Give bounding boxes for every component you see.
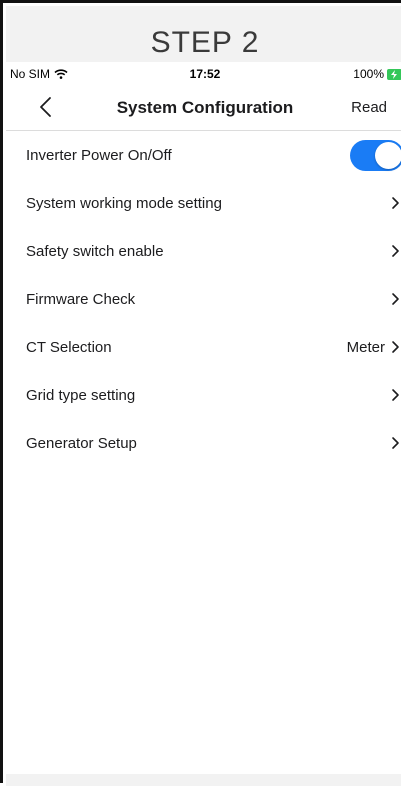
settings-item-generator-setup[interactable]: Generator Setup bbox=[6, 419, 401, 467]
settings-item-inverter-power: Inverter Power On/Off bbox=[6, 131, 401, 179]
settings-item-working-mode[interactable]: System working mode setting bbox=[6, 179, 401, 227]
page-title: System Configuration bbox=[116, 98, 294, 117]
settings-list: Inverter Power On/Off System working mod… bbox=[6, 131, 401, 467]
chevron-right-icon bbox=[392, 245, 399, 257]
settings-item-safety-switch[interactable]: Safety switch enable bbox=[6, 227, 401, 275]
clock: 17:52 bbox=[189, 67, 221, 81]
battery-percent: 100% bbox=[353, 67, 384, 81]
chevron-right-icon bbox=[392, 197, 399, 209]
toggle-knob bbox=[375, 141, 401, 169]
settings-item-ct-selection[interactable]: CT Selection Meter bbox=[6, 323, 401, 371]
battery-indicator: 100% bbox=[353, 67, 401, 81]
ct-selection-value: Meter bbox=[346, 338, 385, 356]
chevron-right-icon bbox=[392, 389, 399, 401]
settings-item-firmware-check[interactable]: Firmware Check bbox=[6, 275, 401, 323]
step-banner: STEP 2 bbox=[6, 6, 401, 62]
settings-item-label: System working mode setting bbox=[26, 194, 222, 212]
step-title: STEP 2 bbox=[150, 26, 260, 59]
chevron-right-icon bbox=[392, 293, 399, 305]
status-bar: No SIM 17:52 100% bbox=[6, 62, 401, 86]
settings-item-label: Generator Setup bbox=[26, 434, 137, 452]
app-frame: STEP 2 No SIM 17:52 100% System Configur… bbox=[0, 0, 401, 786]
settings-item-label: Inverter Power On/Off bbox=[26, 146, 172, 164]
chevron-right-icon bbox=[392, 437, 399, 449]
navigation-bar: System Configuration Read bbox=[6, 86, 401, 131]
read-button[interactable]: Read bbox=[351, 99, 387, 116]
battery-charging-icon bbox=[387, 68, 401, 80]
chevron-right-icon bbox=[392, 341, 399, 353]
settings-item-label: Safety switch enable bbox=[26, 242, 164, 260]
settings-item-label: CT Selection bbox=[26, 338, 112, 356]
inverter-power-toggle[interactable] bbox=[350, 139, 401, 171]
settings-item-label: Firmware Check bbox=[26, 290, 136, 308]
settings-item-label: Grid type setting bbox=[26, 386, 136, 404]
bottom-strip bbox=[6, 774, 401, 786]
settings-item-grid-type[interactable]: Grid type setting bbox=[6, 371, 401, 419]
